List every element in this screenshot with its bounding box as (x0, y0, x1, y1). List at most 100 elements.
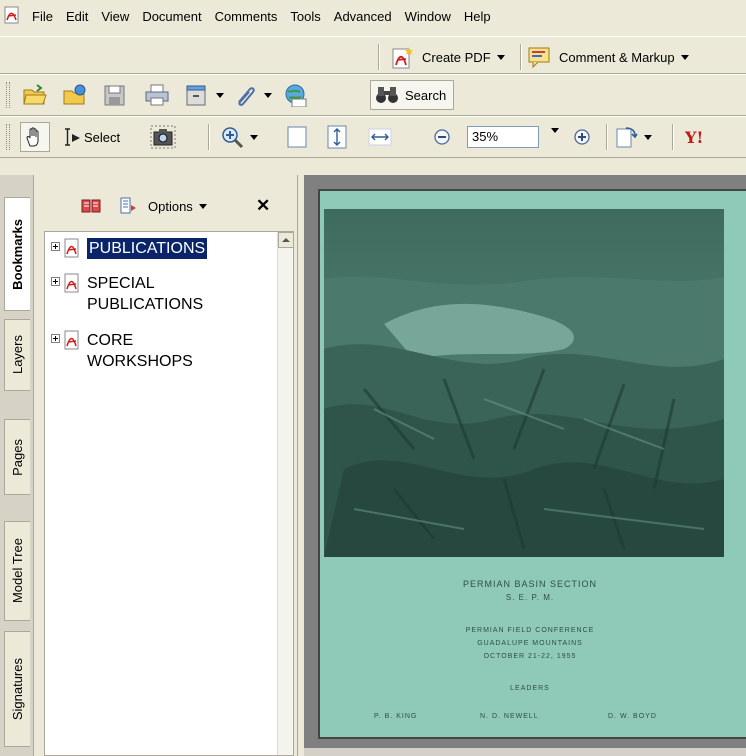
actual-size-button[interactable] (286, 124, 308, 150)
save-button[interactable] (102, 82, 128, 108)
close-icon[interactable]: ✕ (256, 193, 270, 219)
search-button[interactable]: Search (370, 80, 455, 110)
zoom-level-input[interactable]: 35% (467, 126, 539, 148)
options-menu-button[interactable]: Options (148, 193, 207, 219)
fit-page-button[interactable] (326, 124, 348, 150)
pdf-bookmark-icon (64, 330, 79, 350)
menu-edit[interactable]: Edit (60, 7, 95, 27)
bookmark-item-core-workshops[interactable]: CORE WORKSHOPS (51, 330, 193, 372)
create-pdf-button[interactable]: Create PDF (390, 44, 505, 70)
bookmark-item-publications[interactable]: PUBLICATIONS (51, 238, 208, 259)
toolbar-file: Search (0, 74, 746, 116)
chevron-down-icon[interactable] (644, 134, 652, 140)
text-select-icon (65, 128, 80, 146)
print-button[interactable] (144, 82, 170, 108)
doc-leader: P. B. KING (374, 713, 418, 720)
menu-bar: File Edit View Document Comments Tools A… (0, 0, 746, 36)
new-bookmark-button[interactable] (118, 193, 138, 219)
menu-document[interactable]: Document (136, 7, 208, 27)
tab-signatures[interactable]: Signatures (4, 631, 30, 747)
select-tool-button[interactable]: Select (62, 124, 120, 150)
pdf-page: PERMIAN BASIN SECTION S. E. P. M. PERMIA… (318, 189, 746, 739)
zoom-in-tool-button[interactable] (220, 124, 258, 150)
separator (672, 124, 674, 150)
zoom-out-button[interactable] (432, 124, 452, 150)
chevron-down-icon[interactable] (250, 134, 258, 140)
zoom-out-icon (434, 129, 450, 145)
select-label: Select (84, 129, 121, 145)
create-pdf-icon (392, 47, 413, 69)
bookmark-label: PUBLICATIONS (87, 238, 208, 259)
menu-view[interactable]: View (95, 7, 136, 27)
comment-markup-label: Comment & Markup (559, 49, 675, 65)
doc-line-date: OCTOBER 21-22, 1955 (483, 653, 577, 660)
menu-window[interactable]: Window (399, 7, 458, 27)
toolbar-grip[interactable] (6, 82, 10, 108)
new-bookmark-icon (120, 197, 136, 214)
hand-tool-button[interactable] (20, 122, 50, 152)
comment-markup-button[interactable]: Comment & Markup (527, 44, 689, 70)
scroll-up-arrow-icon[interactable] (278, 232, 294, 248)
bookmarks-tree: PUBLICATIONS SPECIAL PUBLICATIONS CORE W… (44, 231, 294, 756)
tab-model-tree[interactable]: Model Tree (4, 521, 30, 621)
email-organizer-button[interactable] (184, 82, 224, 108)
menu-advanced[interactable]: Advanced (328, 7, 399, 27)
doc-leader: D. W. BOYD (608, 713, 657, 720)
zoom-in-button[interactable] (572, 124, 592, 150)
bookmarks-scrollbar[interactable] (277, 232, 294, 755)
paperclip-icon (238, 87, 255, 106)
acrobat-app-icon[interactable] (4, 6, 20, 24)
organizer-icon (63, 84, 86, 105)
toolbar-view: Select 35% Y! (0, 116, 746, 158)
document-horizontal-scrollbar[interactable] (304, 748, 746, 756)
create-pdf-label: Create PDF (422, 49, 491, 65)
chevron-down-icon[interactable] (496, 54, 505, 60)
bookmarks-panel: Options ✕ PUBLICATIONS SPECIAL PUBLICATI… (34, 175, 298, 756)
chevron-down-icon[interactable] (264, 92, 272, 98)
open-button[interactable] (22, 82, 48, 108)
menu-comments[interactable]: Comments (209, 7, 285, 27)
snapshot-button[interactable] (150, 124, 176, 150)
print-icon (145, 84, 169, 106)
bookmark-label: CORE WORKSHOPS (87, 332, 193, 370)
document-view[interactable]: PERMIAN BASIN SECTION S. E. P. M. PERMIA… (304, 175, 746, 756)
attach-button[interactable] (232, 82, 272, 108)
send-email-button[interactable] (282, 82, 308, 108)
bookmark-book-icon (81, 199, 101, 213)
navigation-tabs: Bookmarks Layers Pages Model Tree Signat… (0, 175, 34, 756)
pdf-bookmark-icon (64, 238, 79, 258)
menu-file[interactable]: File (26, 7, 60, 27)
binoculars-icon (376, 87, 398, 103)
organizer-button[interactable] (62, 82, 88, 108)
menu-help[interactable]: Help (458, 7, 498, 27)
menu-tools[interactable]: Tools (284, 7, 327, 27)
bookmark-item-special-publications[interactable]: SPECIAL PUBLICATIONS (51, 273, 203, 315)
expand-plus-icon[interactable] (51, 334, 60, 343)
expand-plus-icon[interactable] (51, 277, 60, 286)
tab-pages[interactable]: Pages (4, 419, 30, 495)
tab-layers[interactable]: Layers (4, 319, 30, 391)
zoom-dropdown-icon[interactable] (551, 128, 559, 133)
menu: File Edit View Document Comments Tools A… (26, 0, 498, 36)
tab-bookmarks[interactable]: Bookmarks (4, 197, 30, 311)
save-icon (104, 85, 125, 106)
chevron-down-icon[interactable] (680, 54, 689, 60)
file-cabinet-icon (186, 85, 206, 106)
comment-markup-icon (528, 47, 550, 69)
expand-plus-icon[interactable] (51, 242, 60, 251)
pdf-bookmark-icon (64, 273, 79, 293)
yahoo-toolbar-button[interactable]: Y! (684, 124, 710, 150)
hand-icon (26, 127, 39, 147)
rotate-view-button[interactable] (614, 124, 652, 150)
expand-bookmark-button[interactable] (80, 193, 102, 219)
fit-page-icon (327, 125, 347, 149)
svg-text:Y!: Y! (684, 128, 703, 147)
chevron-down-icon[interactable] (216, 92, 224, 98)
toolbar-grip[interactable] (6, 124, 10, 150)
separator (378, 44, 380, 70)
doc-line-conference: PERMIAN FIELD CONFERENCE (465, 627, 595, 634)
actual-size-icon (287, 126, 307, 148)
search-label: Search (405, 87, 447, 103)
fit-width-button[interactable] (368, 124, 392, 150)
doc-leaders-title: LEADERS (510, 685, 550, 692)
